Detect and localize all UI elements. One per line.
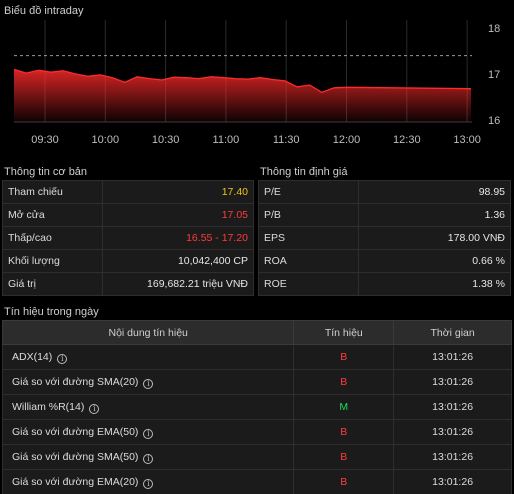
signal-value: B <box>293 344 395 370</box>
signal-name: Giá so với đường EMA(50) <box>12 425 139 438</box>
eps-label: EPS <box>258 226 359 250</box>
open-price-value: 17.05 <box>101 203 255 227</box>
signal-time: 13:01:26 <box>393 369 512 395</box>
valuation-title: Thông tin định giá <box>260 166 348 178</box>
x-tick-label: 12:00 <box>333 134 361 146</box>
chart-title: Biểu đồ intraday <box>4 5 84 17</box>
table-row: William %R(14) i M 13:01:26 <box>1 394 512 420</box>
volume-value: 10,042,400 CP <box>101 249 255 273</box>
info-circle-icon[interactable]: i <box>143 453 154 464</box>
signal-value: B <box>293 369 395 395</box>
roa-label: ROA <box>258 249 359 273</box>
pb-value: 1.36 <box>357 203 512 227</box>
table-row: Giá trị 169,682.21 triệu VNĐ <box>2 272 255 296</box>
signal-time: 13:01:26 <box>393 469 512 494</box>
signal-value: B <box>293 444 395 470</box>
x-tick-label: 11:00 <box>213 134 240 146</box>
valuation-table: P/E 98.95 P/B 1.36 EPS 178.00 VNĐ ROA 0.… <box>258 180 512 296</box>
info-circle-icon[interactable]: i <box>143 378 154 389</box>
ref-price-label: Tham chiếu <box>2 180 103 204</box>
table-row: ROA 0.66 % <box>258 249 512 273</box>
intraday-chart: 09:30 10:00 10:30 11:00 11:30 12:00 12:30 13:00… <box>13 20 500 146</box>
info-circle-icon[interactable]: i <box>143 478 154 489</box>
table-row: EPS 178.00 VNĐ <box>258 226 512 250</box>
volume-label: Khối lượng <box>2 249 103 273</box>
signal-name: Giá so với đường SMA(50) <box>12 450 139 463</box>
low-high-separator: - <box>212 232 222 244</box>
signal-name: Giá so với đường SMA(20) <box>12 375 139 388</box>
low-high-value: 16.55 - 17.20 <box>101 226 255 250</box>
trade-value: 169,682.21 triệu VNĐ <box>101 272 255 296</box>
signal-name: ADX(14) <box>12 350 53 363</box>
signal-time: 13:01:26 <box>393 444 512 470</box>
signals-title: Tín hiệu trong ngày <box>4 306 99 318</box>
signals-table: Nội dung tín hiệu Tín hiệu Thời gian ADX… <box>1 320 512 494</box>
basic-info-title: Thông tin cơ bản <box>4 166 88 178</box>
y-tick-label: 18 <box>488 23 500 35</box>
signal-value: M <box>293 394 395 420</box>
signal-value: B <box>293 419 395 445</box>
eps-value: 178.00 VNĐ <box>357 226 512 250</box>
table-row: Khối lượng 10,042,400 CP <box>2 249 255 273</box>
x-tick-label: 11:30 <box>273 134 300 146</box>
signal-name: Giá so với đường EMA(20) <box>12 475 139 488</box>
y-tick-label: 16 <box>488 115 500 127</box>
table-row: Tham chiếu 17.40 <box>2 180 255 204</box>
x-tick-label: 10:30 <box>152 134 180 146</box>
header-signal: Tín hiệu <box>293 320 395 345</box>
table-row: ADX(14) i B 13:01:26 <box>1 344 512 370</box>
signal-name: William %R(14) <box>12 400 85 413</box>
info-circle-icon[interactable]: i <box>57 353 68 364</box>
table-row: Giá so với đường EMA(20) i B 13:01:26 <box>1 469 512 494</box>
basic-info-table: Tham chiếu 17.40 Mở cửa 17.05 Thấp/cao 1… <box>2 180 255 296</box>
table-row: Giá so với đường SMA(50) i B 13:01:26 <box>1 444 512 470</box>
pe-value: 98.95 <box>357 180 512 204</box>
x-tick-label: 09:30 <box>31 134 59 146</box>
header-time: Thời gian <box>393 320 512 345</box>
info-circle-icon[interactable]: i <box>89 403 100 414</box>
high-price: 17.20 <box>221 232 248 244</box>
x-tick-label: 10:00 <box>92 134 120 146</box>
signal-time: 13:01:26 <box>393 394 512 420</box>
table-row: P/E 98.95 <box>258 180 512 204</box>
header-signal-content: Nội dung tín hiệu <box>1 320 295 345</box>
info-circle-icon[interactable]: i <box>143 428 154 439</box>
low-high-label: Thấp/cao <box>2 226 103 250</box>
table-row: Giá so với đường EMA(50) i B 13:01:26 <box>1 419 512 445</box>
roa-value: 0.66 % <box>357 249 512 273</box>
signal-value: B <box>293 469 395 494</box>
signal-time: 13:01:26 <box>393 344 512 370</box>
signals-header-row: Nội dung tín hiệu Tín hiệu Thời gian <box>1 320 512 345</box>
low-price: 16.55 <box>186 232 213 244</box>
roe-label: ROE <box>258 272 359 296</box>
open-price-label: Mở cửa <box>2 203 103 227</box>
table-row: Giá so với đường SMA(20) i B 13:01:26 <box>1 369 512 395</box>
ref-price-value: 17.40 <box>101 180 255 204</box>
table-row: P/B 1.36 <box>258 203 512 227</box>
table-row: ROE 1.38 % <box>258 272 512 296</box>
price-area <box>14 69 471 122</box>
pe-label: P/E <box>258 180 359 204</box>
roe-value: 1.38 % <box>357 272 512 296</box>
table-row: Thấp/cao 16.55 - 17.20 <box>2 226 255 250</box>
signal-time: 13:01:26 <box>393 419 512 445</box>
table-row: Mở cửa 17.05 <box>2 203 255 227</box>
x-tick-label: 12:30 <box>393 134 421 146</box>
pb-label: P/B <box>258 203 359 227</box>
value-label: Giá trị <box>2 272 103 296</box>
x-tick-label: 13:00 <box>453 134 481 146</box>
y-tick-label: 17 <box>488 69 500 81</box>
